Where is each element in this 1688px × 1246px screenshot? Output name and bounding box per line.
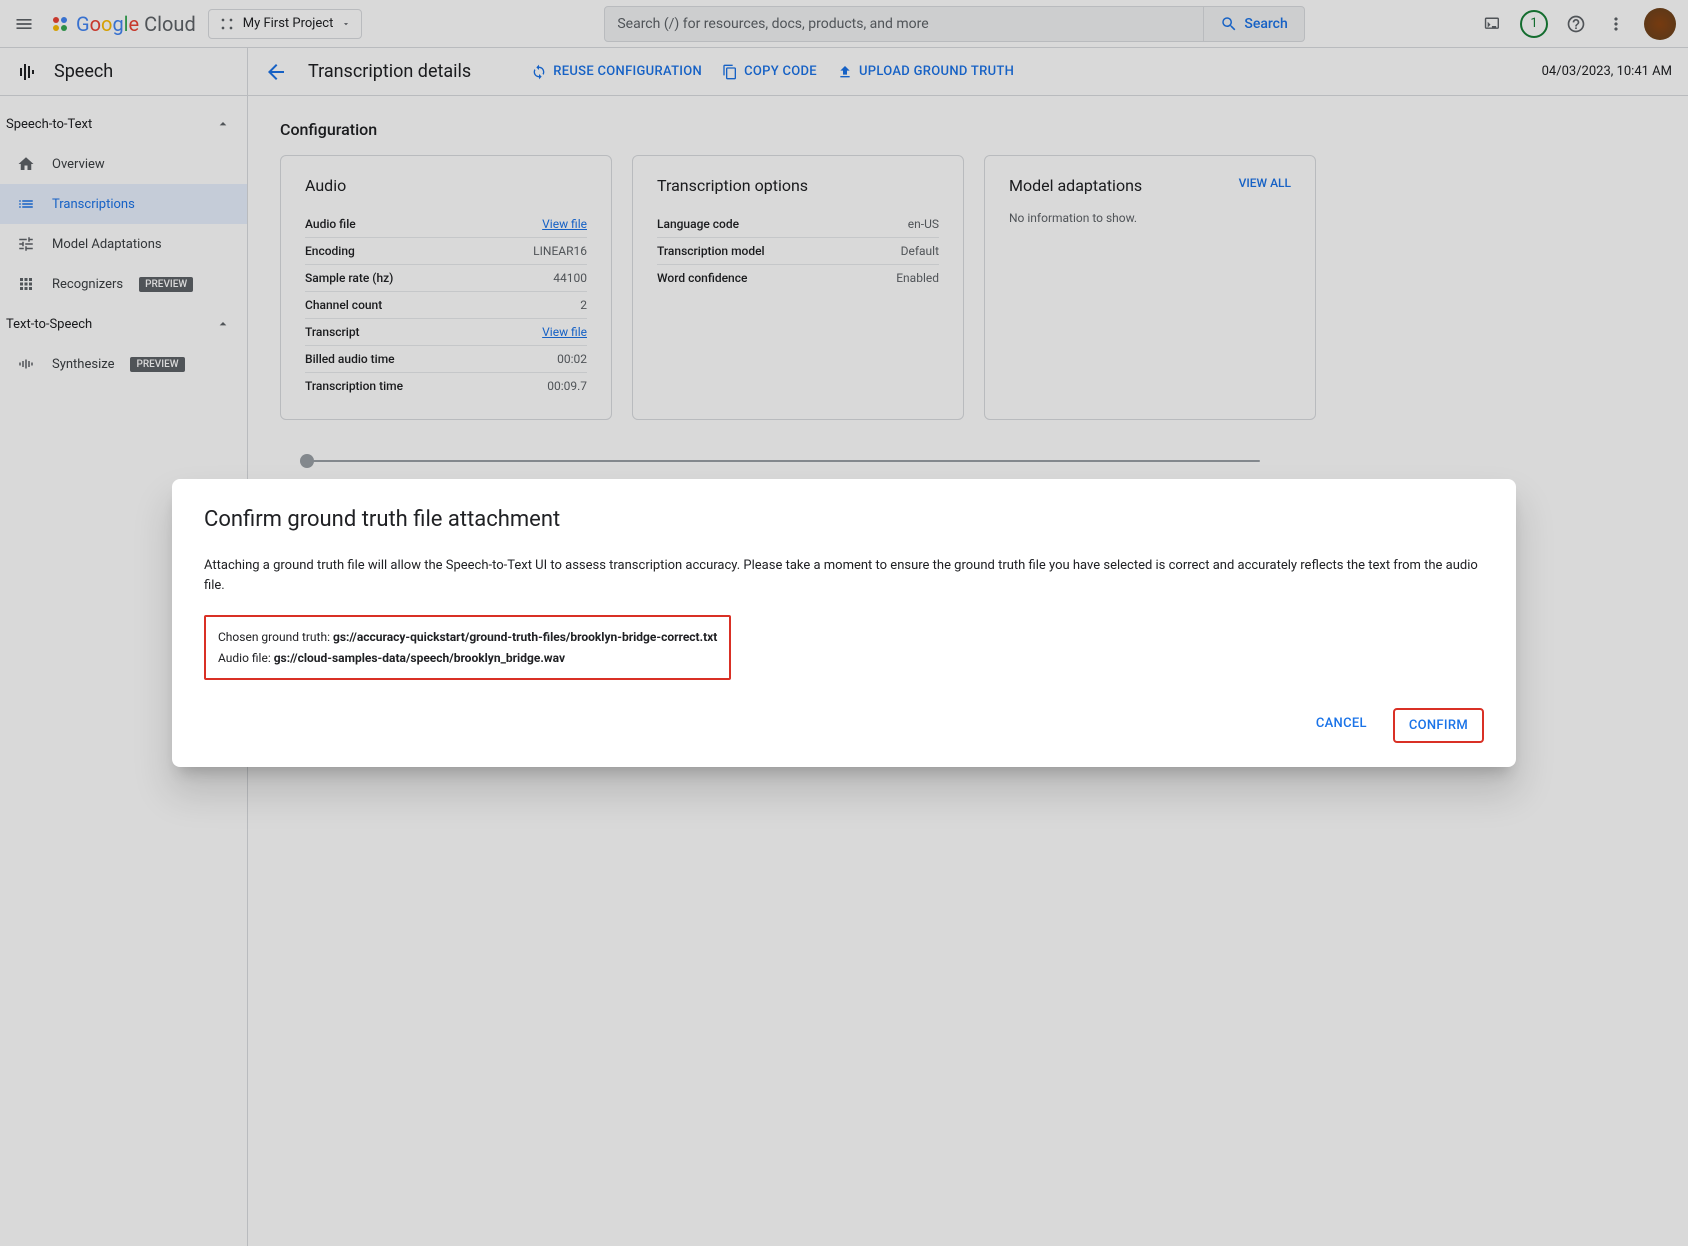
file-info-box: Chosen ground truth: gs://accuracy-quick…	[204, 615, 731, 680]
confirm-button[interactable]: CONFIRM	[1393, 708, 1484, 743]
ground-truth-path: gs://accuracy-quickstart/ground-truth-fi…	[333, 630, 717, 644]
modal-title: Confirm ground truth file attachment	[204, 507, 1484, 532]
audio-file-path: gs://cloud-samples-data/speech/brooklyn_…	[274, 651, 565, 665]
cancel-button[interactable]: CANCEL	[1302, 708, 1381, 743]
modal-body: Attaching a ground truth file will allow…	[204, 556, 1484, 595]
modal-backdrop[interactable]: Confirm ground truth file attachment Att…	[0, 0, 1688, 1246]
confirm-modal: Confirm ground truth file attachment Att…	[172, 479, 1516, 767]
